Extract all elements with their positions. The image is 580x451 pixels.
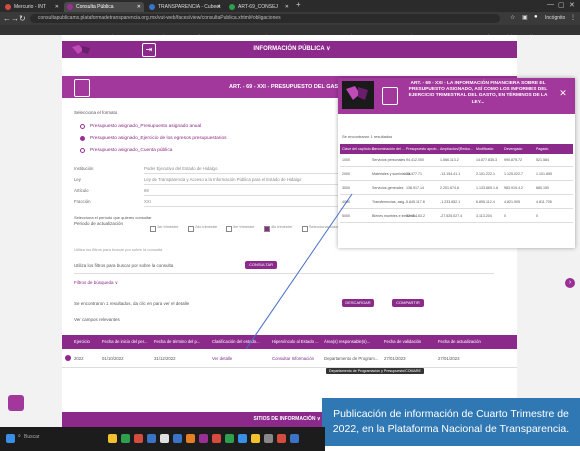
windows-start-icon[interactable] bbox=[6, 434, 15, 443]
taskbar-search[interactable]: Buscar bbox=[24, 434, 40, 440]
taskbar-app-icon[interactable] bbox=[108, 434, 117, 443]
taskbar-app-icon[interactable] bbox=[238, 434, 247, 443]
taskbar-app-icon[interactable] bbox=[147, 434, 156, 443]
taskbar-search-icon[interactable]: ⌕ bbox=[18, 433, 21, 439]
taskbar-app-icon[interactable] bbox=[212, 434, 221, 443]
windows-taskbar: ⌕ Buscar bbox=[0, 427, 325, 451]
taskbar-app-icon[interactable] bbox=[290, 434, 299, 443]
taskbar-app-icon[interactable] bbox=[134, 434, 143, 443]
taskbar-app-icon[interactable] bbox=[251, 434, 260, 443]
caption-box: Publicación de información de Cuarto Tri… bbox=[322, 398, 580, 446]
help-chat-icon[interactable]: › bbox=[565, 278, 575, 288]
taskbar-app-icon[interactable] bbox=[277, 434, 286, 443]
accessibility-icon[interactable] bbox=[8, 395, 24, 411]
taskbar-app-icon[interactable] bbox=[186, 434, 195, 443]
taskbar-app-icon[interactable] bbox=[264, 434, 273, 443]
annotation-arrow bbox=[245, 193, 353, 350]
taskbar-app-icon[interactable] bbox=[173, 434, 182, 443]
taskbar-app-icon[interactable] bbox=[199, 434, 208, 443]
taskbar-app-icon[interactable] bbox=[225, 434, 234, 443]
taskbar-app-icon[interactable] bbox=[121, 434, 130, 443]
taskbar-app-icon[interactable] bbox=[160, 434, 169, 443]
